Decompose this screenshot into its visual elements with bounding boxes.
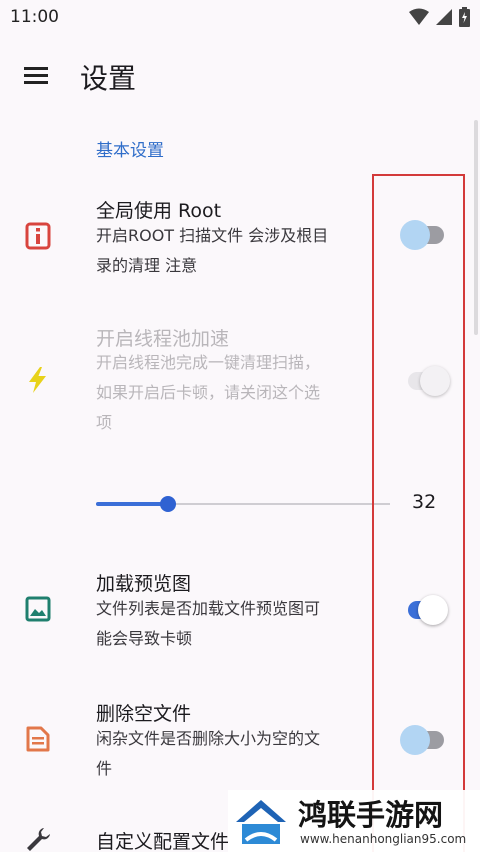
setting-desc: 开启线程池完成一键清理扫描， 如果开启后卡顿，请关闭这个选 项 [96, 348, 376, 438]
page-title: 设置 [80, 62, 137, 95]
watermark: 鸿联手游网 www.henanhonglian95.com [228, 790, 480, 852]
signal-icon [436, 9, 452, 25]
setting-title: 加载预览图 [96, 573, 192, 595]
info-box-icon [25, 222, 51, 250]
slider-fill [96, 502, 168, 506]
slider-thumb[interactable] [160, 496, 176, 512]
image-icon [25, 596, 51, 622]
wrench-icon [27, 828, 50, 851]
document-icon [26, 726, 50, 752]
section-header-basic: 基本设置 [96, 141, 164, 161]
setting-desc: 闲杂文件是否删除大小为空的文 件 [96, 724, 376, 784]
setting-title: 开启线程池加速 [96, 328, 230, 350]
lightning-bolt-icon [29, 367, 46, 393]
setting-title: 自定义配置文件 [96, 831, 230, 852]
wifi-icon [409, 8, 429, 25]
setting-desc-line: 开启ROOT 扫描文件 会涉及根目 [96, 226, 329, 245]
thread-count-slider[interactable] [96, 492, 390, 516]
highlight-box [372, 174, 465, 852]
setting-title: 全局使用 Root [96, 200, 222, 222]
setting-desc-line: 闲杂文件是否删除大小为空的文 [96, 729, 321, 748]
watermark-logo-icon [236, 800, 286, 844]
setting-desc-line: 开启线程池完成一键清理扫描， [96, 353, 321, 372]
setting-title: 删除空文件 [96, 703, 192, 725]
status-bar: 11:00 [0, 0, 480, 34]
status-time: 11:00 [10, 7, 59, 27]
watermark-brand: 鸿联手游网 [298, 798, 444, 832]
hamburger-menu-icon[interactable] [22, 62, 52, 90]
setting-desc-line: 能会导致卡顿 [96, 629, 193, 648]
setting-desc-line: 文件列表是否加载文件预览图可 [96, 599, 321, 618]
setting-desc-line: 件 [96, 759, 113, 778]
app-bar: 设置 [0, 40, 480, 112]
setting-desc-line: 录的清理 注意 [96, 256, 198, 275]
setting-desc: 文件列表是否加载文件预览图可 能会导致卡顿 [96, 594, 376, 654]
setting-desc: 开启ROOT 扫描文件 会涉及根目 录的清理 注意 [96, 221, 376, 281]
setting-desc-line: 项 [96, 413, 113, 432]
status-icons [409, 7, 470, 27]
watermark-url: www.henanhonglian95.com [300, 832, 467, 846]
setting-desc-line: 如果开启后卡顿，请关闭这个选 [96, 383, 321, 402]
battery-icon [459, 7, 470, 27]
